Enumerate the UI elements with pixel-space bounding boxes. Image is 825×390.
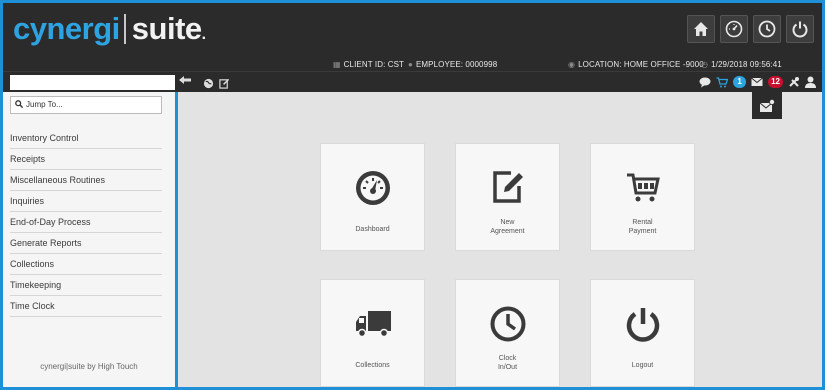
tile-new-agreement-label: New Agreement [456,218,559,236]
client-id-text: CLIENT ID: CST [343,60,405,69]
sidebar-item-collections[interactable]: Collections [10,254,162,275]
tile-rental-payment[interactable]: Rental Payment [590,143,695,251]
toolbar-input-area [10,75,175,90]
app-header: cynergi suite. ▦ CLIENT ID: CST ● EMPLOYEE:… [3,3,822,71]
tile-logout-label: Logout [631,362,654,369]
tile-new-agreement-label-line1: New [500,219,515,226]
tile-clock-in-out[interactable]: Clock In/Out [455,279,560,387]
toolbar-right-icons: 1 12 [699,76,816,88]
tile-dashboard[interactable]: Dashboard [320,143,425,251]
sidebar-footer: cynergi|suite by High Touch [40,362,138,371]
sidebar-item-end-of-day-process[interactable]: End-of-Day Process [10,212,162,233]
globe-button[interactable] [203,76,214,94]
user-icon[interactable] [805,76,816,88]
location: ◉ LOCATION: HOME OFFICE -9000 [568,60,704,69]
sidebar-item-miscellaneous-routines[interactable]: Miscellaneous Routines [10,170,162,191]
dashboard-icon [725,20,743,38]
clock-small-icon: ◷ [701,60,709,69]
edit-icon [219,78,230,89]
sidebar-item-inquiries[interactable]: Inquiries [10,191,162,212]
notification-button[interactable] [752,92,782,119]
search-icon [15,100,24,110]
user-icon: ● [408,60,413,69]
tile-collections-label: Collections [355,362,390,369]
logo-text-cynergi: cynergi [13,11,120,46]
sidebar: Jump To... Inventory Control Receipts Mi… [3,92,178,387]
jump-to-placeholder: Jump To... [26,100,63,109]
sidebar-item-inventory-control[interactable]: Inventory Control [10,128,162,149]
edit-button[interactable] [219,76,230,94]
sidebar-menu: Inventory Control Receipts Miscellaneous… [10,128,162,317]
cart-icon[interactable] [716,76,729,88]
sidebar-item-timekeeping[interactable]: Timekeeping [10,275,162,296]
jump-to-search[interactable]: Jump To... [10,96,162,114]
tile-dashboard-label: Dashboard [355,226,390,233]
sidebar-item-generate-reports[interactable]: Generate Reports [10,233,162,254]
home-icon [694,22,708,36]
tile-clock-in-out-label-line2: In/Out [497,364,518,371]
home-button[interactable] [687,15,715,43]
mail-badge[interactable]: 12 [768,76,783,88]
clock-icon [456,305,559,343]
tile-logout[interactable]: Logout [590,279,695,387]
dashboard-button[interactable] [720,15,748,43]
app-frame: cynergi suite. ▦ CLIENT ID: CST ● EMPLOYEE:… [0,0,825,390]
tile-collections[interactable]: Collections [320,279,425,387]
tile-rental-payment-label-line1: Rental [632,219,653,226]
cart-icon [591,169,694,205]
datetime-text: 1/29/2018 09:56:41 [711,60,782,69]
arrow-left-icon [179,76,191,84]
cart-badge[interactable]: 1 [733,76,747,88]
truck-icon [321,305,424,341]
building-icon: ▦ [333,60,341,69]
sidebar-item-time-clock[interactable]: Time Clock [10,296,162,317]
location-text: LOCATION: HOME OFFICE -9000 [578,60,704,69]
tile-new-agreement-label-line2: Agreement [490,228,525,235]
employee-text: EMPLOYEE: 0000998 [415,60,498,69]
mail-icon[interactable] [751,77,763,87]
power-button[interactable] [786,15,814,43]
app-logo: cynergi suite. [13,11,206,53]
tools-icon[interactable] [788,76,800,88]
tile-rental-payment-label-line2: Payment [628,228,657,235]
clock-icon [758,20,776,38]
tile-new-agreement[interactable]: New Agreement [455,143,560,251]
client-id: ▦ CLIENT ID: CST [333,60,404,69]
globe-icon: ◉ [568,60,576,69]
logo-dot: . [201,26,206,43]
clock-button[interactable] [753,15,781,43]
toolbar: 1 12 [3,71,822,92]
datetime: ◷ 1/29/2018 09:56:41 [701,60,782,69]
tile-rental-payment-label: Rental Payment [591,218,694,236]
collapse-sidebar-button[interactable] [179,74,191,88]
logo-text-suite: suite [131,11,202,46]
power-icon [591,305,694,343]
employee-id: ● EMPLOYEE: 0000998 [408,60,497,69]
tile-clock-in-out-label: Clock In/Out [456,354,559,372]
power-icon [792,21,808,38]
globe-icon [203,78,214,89]
tile-clock-in-out-label-line1: Clock [498,355,517,362]
logo-separator [123,14,126,44]
dashboard-icon [321,169,424,207]
notification-icon [759,98,775,112]
sidebar-item-receipts[interactable]: Receipts [10,149,162,170]
header-buttons [687,15,814,43]
chat-icon[interactable] [699,77,711,88]
edit-icon [456,169,559,205]
